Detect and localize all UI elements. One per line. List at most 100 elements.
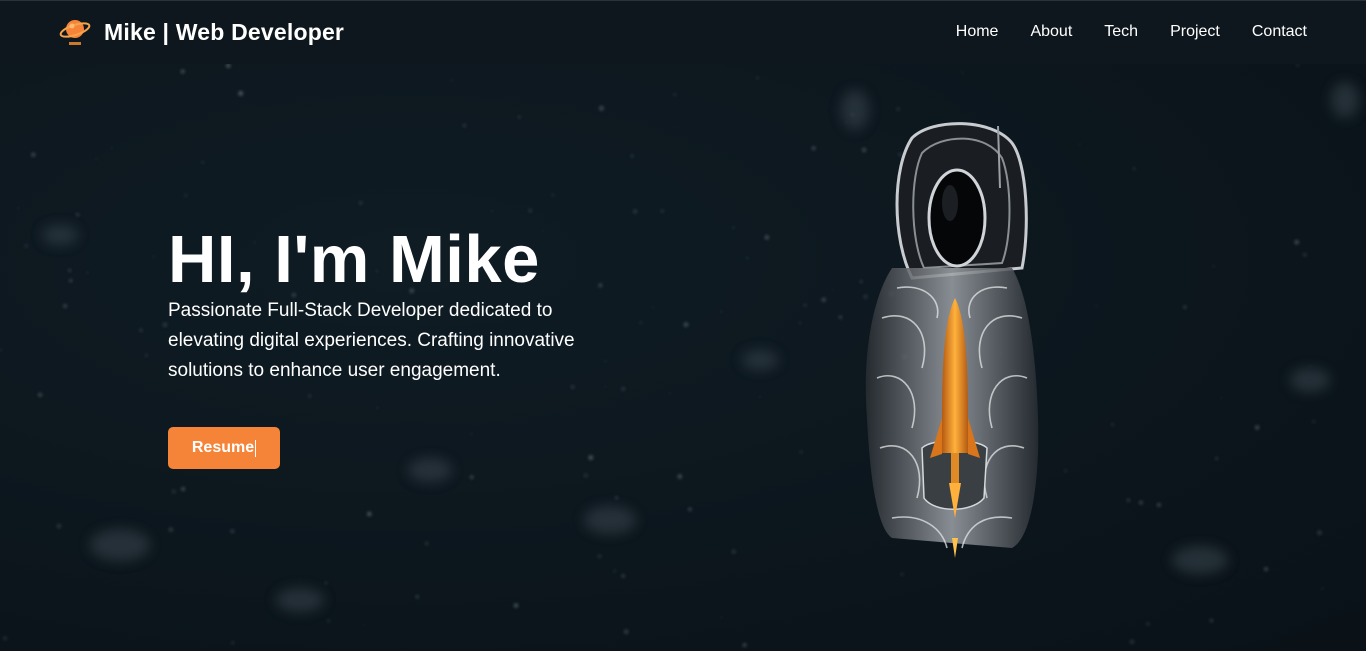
page: Mike | Web Developer Home About Tech Pro… <box>0 0 1366 651</box>
star-dot <box>1095 305 1098 307</box>
star-dot <box>756 76 759 80</box>
star-dot <box>201 161 204 164</box>
star-dot <box>1139 500 1143 505</box>
star-dot <box>821 297 826 302</box>
star-dot <box>811 146 816 150</box>
star-dot <box>759 396 761 398</box>
star-dot <box>683 322 689 327</box>
nav-tech-link[interactable]: Tech <box>1104 23 1138 41</box>
star-dot <box>1255 425 1260 430</box>
star-dot <box>588 455 594 460</box>
star-dot <box>621 386 626 391</box>
hero-section: HI, I'm Mike Passionate Full-Stack Devel… <box>168 222 628 386</box>
star-dot <box>376 406 379 409</box>
nav-home-link[interactable]: Home <box>956 23 999 41</box>
star-dot <box>0 348 2 352</box>
astronaut-with-rocket-illustration <box>865 122 1039 558</box>
star-dot <box>491 210 494 213</box>
star-dot <box>732 226 735 229</box>
star-dot <box>171 489 176 494</box>
star-dot <box>652 306 654 308</box>
star-dot <box>669 392 671 395</box>
hero-title: HI, I'm Mike <box>168 222 540 297</box>
star-dot <box>450 79 453 81</box>
navbar: Mike | Web Developer Home About Tech Pro… <box>0 0 1366 64</box>
star-dot <box>851 113 854 116</box>
star-dot <box>633 209 638 214</box>
star-dot <box>514 603 518 608</box>
star-dot <box>893 67 895 70</box>
star-dot <box>144 354 148 357</box>
star-dot <box>639 321 643 325</box>
star-dot <box>425 542 429 545</box>
star-dot <box>1126 498 1130 502</box>
star-dot <box>832 288 835 291</box>
nav-about-link[interactable]: About <box>1030 23 1072 41</box>
star-dot <box>746 257 749 259</box>
star-dot <box>38 393 42 397</box>
star-dot <box>1132 167 1136 170</box>
star-dot <box>896 107 900 111</box>
brand-title: Mike | Web Developer <box>104 18 345 45</box>
star-dot <box>1111 423 1115 427</box>
resume-button-label: Resume <box>191 439 255 456</box>
star-dot <box>731 549 736 554</box>
star-dot <box>470 433 473 435</box>
star-dot <box>181 487 185 491</box>
star-dot <box>168 527 174 532</box>
star-dot <box>621 574 625 578</box>
star-dot <box>1215 457 1218 460</box>
star-dot <box>238 91 243 96</box>
star-dot <box>229 85 232 87</box>
star-dot <box>615 496 618 499</box>
star-dot <box>845 121 848 124</box>
star-dot <box>462 123 467 128</box>
star-dot <box>1317 530 1322 536</box>
star-dot <box>415 595 419 599</box>
star-dot <box>1079 143 1081 146</box>
nav-contact-link[interactable]: Contact <box>1252 23 1307 41</box>
star-dot <box>799 450 803 454</box>
star-dot <box>660 209 664 213</box>
star-dot <box>1146 622 1150 626</box>
star-dot <box>529 209 532 212</box>
nav-project-link[interactable]: Project <box>1170 23 1220 41</box>
star-dot <box>230 529 234 533</box>
star-dot <box>153 255 155 258</box>
star-dot <box>139 328 143 333</box>
star-dot <box>1157 503 1161 507</box>
star-dot <box>104 580 107 582</box>
star-dot <box>1321 587 1324 590</box>
resume-button[interactable]: Resume <box>168 427 280 469</box>
star-dot <box>327 619 330 622</box>
star-dot <box>358 201 363 205</box>
star-dot <box>839 315 842 319</box>
star-dot <box>68 269 71 272</box>
star-dot <box>1064 469 1067 472</box>
star-dot <box>63 304 67 308</box>
star-dot <box>1310 365 1312 367</box>
star-dot <box>677 474 682 479</box>
star-dot <box>24 244 28 248</box>
star-dot <box>1303 253 1307 257</box>
star-dot <box>720 616 723 619</box>
star-dot <box>517 115 521 119</box>
star-dot <box>551 193 555 197</box>
star-dot <box>1210 619 1213 622</box>
star-dot <box>599 105 604 111</box>
star-dot <box>76 213 80 217</box>
planet-logo-icon <box>59 20 91 45</box>
star-dot <box>1294 240 1299 245</box>
star-dot <box>162 322 168 328</box>
star-dot <box>799 322 801 324</box>
star-dot <box>742 643 747 647</box>
star-dot <box>307 394 312 398</box>
star-dot <box>363 624 365 627</box>
star-dot <box>1130 639 1134 644</box>
star-dot <box>1220 396 1223 399</box>
star-dot <box>1212 265 1215 268</box>
star-dot <box>69 279 73 282</box>
star-dot <box>56 523 62 529</box>
brand[interactable]: Mike | Web Developer <box>58 15 344 49</box>
star-dot <box>624 629 629 634</box>
